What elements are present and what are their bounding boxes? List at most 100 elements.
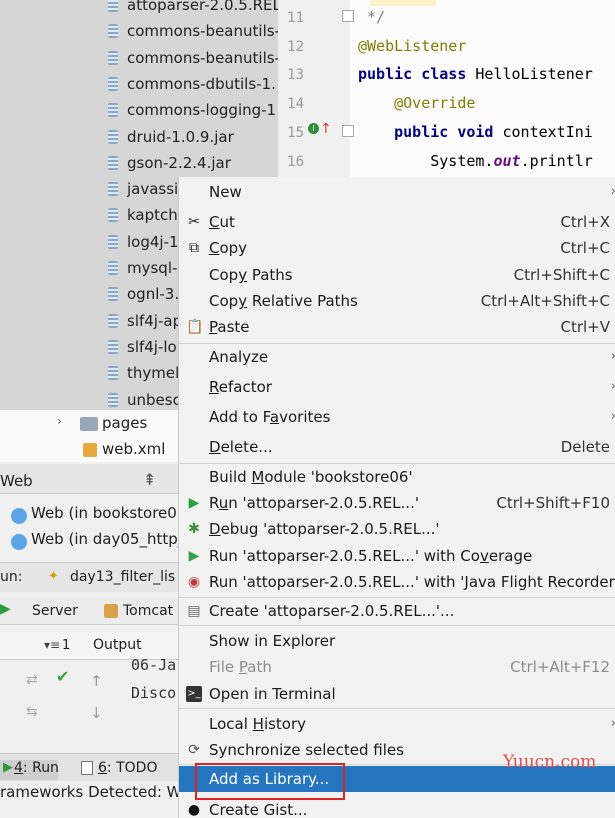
menu-label: Local History xyxy=(209,711,306,737)
tree-item-jar[interactable]: commons-beanutils- xyxy=(108,45,280,71)
label-text: ath xyxy=(247,658,272,676)
menu-item-cut[interactable]: ✂ Cut Ctrl+X xyxy=(179,209,615,235)
code-line: System.out.printlr xyxy=(358,152,593,170)
jar-label: mysql- xyxy=(127,259,178,277)
tree-item-jar[interactable]: log4j-1 xyxy=(108,229,179,255)
tree-item-jar[interactable]: commons-logging-1 xyxy=(108,97,276,123)
menu-item-new[interactable]: New › xyxy=(179,179,615,205)
tree-item-web-xml[interactable]: web.xml xyxy=(102,440,165,458)
mnemonic: u xyxy=(218,494,229,512)
submenu-arrow-icon: › xyxy=(611,404,615,430)
collapse-all-icon[interactable]: ⇞ xyxy=(143,470,156,489)
mnemonic: P xyxy=(238,658,248,676)
label-text: Cop xyxy=(209,292,239,310)
tree-item-jar[interactable]: commons-beanutils- xyxy=(108,18,280,44)
menu-item-create-config[interactable]: ▤ Create 'attoparser-2.0.5.REL...'... xyxy=(179,598,615,624)
override-marker-icon[interactable]: ↑ xyxy=(320,121,332,137)
line-number: 15 xyxy=(287,125,304,141)
down-arrow-icon[interactable]: ↓ xyxy=(90,704,103,722)
tab-server[interactable]: Server xyxy=(32,603,78,619)
menu-item-run-with-jfr[interactable]: ◉ Run 'attoparser-2.0.5.REL...' with 'Jav… xyxy=(179,569,615,595)
fold-icon[interactable] xyxy=(342,10,354,22)
tab-todo[interactable]: 6: TODO xyxy=(98,760,157,776)
menu-item-file-path[interactable]: File Path Ctrl+Alt+F12 xyxy=(179,654,615,680)
menu-label: New xyxy=(209,183,242,201)
jar-label: commons-beanutils- xyxy=(127,48,280,67)
line-number: 16 xyxy=(287,154,304,170)
mnemonic: D xyxy=(209,438,221,456)
menu-item-local-history[interactable]: Local History › xyxy=(179,711,615,737)
menu-item-copy[interactable]: ⧉ Copy Ctrl+C xyxy=(179,235,615,261)
tree-item-jar[interactable]: javassis xyxy=(108,176,186,202)
menu-item-copy-relative-paths[interactable]: Copy Relative Paths Ctrl+Alt+Shift+C xyxy=(179,288,615,314)
tree-item-jar[interactable]: attoparser-2.0.5.REL xyxy=(108,0,281,18)
check-icon: ✔ xyxy=(56,667,70,686)
menu-item-analyze[interactable]: Analyze › xyxy=(179,344,615,370)
profiler-icon: ◉ xyxy=(187,574,201,590)
tree-item-jar[interactable]: ognl-3. xyxy=(108,281,179,307)
tree-item-jar[interactable]: slf4j-lo xyxy=(108,334,177,360)
debug-bug-icon: ✱ xyxy=(188,521,200,537)
up-arrow-icon[interactable]: ↑ xyxy=(90,672,103,690)
tree-item-jar[interactable]: commons-dbutils-1. xyxy=(108,71,276,97)
watermark: Yuucn.com xyxy=(503,752,597,772)
mnemonic: v xyxy=(479,547,489,565)
menu-item-open-in-terminal[interactable]: >_ Open in Terminal xyxy=(179,681,615,707)
tree-item-jar[interactable]: unbesc xyxy=(108,387,181,413)
fold-icon[interactable] xyxy=(342,125,354,137)
rerun-icon[interactable]: ⇄ xyxy=(26,672,38,688)
facet-item[interactable]: Web (in bookstore0 xyxy=(31,504,177,522)
tree-item-pages[interactable]: pages xyxy=(102,414,147,432)
tree-item-jar[interactable]: druid-1.0.9.jar xyxy=(108,124,234,150)
menu-item-show-in-explorer[interactable]: Show in Explorer xyxy=(179,628,615,654)
run-play-icon[interactable]: ▶ xyxy=(0,601,11,617)
code-line: */ xyxy=(358,8,386,26)
code-line: public void contextIni xyxy=(358,123,593,141)
jar-label: commons-beanutils- xyxy=(127,22,280,41)
jar-icon xyxy=(108,313,118,328)
status-bar-text[interactable]: rameworks Detected: We xyxy=(0,783,190,801)
menu-item-delete[interactable]: Delete... Delete xyxy=(179,434,615,460)
label-text: R xyxy=(209,494,219,512)
mnemonic: D xyxy=(209,520,221,538)
jar-label: unbesc xyxy=(127,390,181,409)
menu-item-create-gist[interactable]: ● Create Gist... xyxy=(179,797,615,818)
jar-icon xyxy=(108,155,118,170)
menu-item-paste[interactable]: 📋 Paste Ctrl+V xyxy=(179,314,615,340)
tree-item-jar[interactable]: gson-2.2.4.jar xyxy=(108,150,231,176)
implements-marker-icon[interactable]: I xyxy=(308,123,319,134)
code-line: @WebListener xyxy=(358,37,467,55)
tab-run[interactable]: 4: Run xyxy=(14,760,59,776)
menu-item-run-with-coverage[interactable]: ▶ Run 'attoparser-2.0.5.REL...' with Cove… xyxy=(179,543,615,569)
tab-run-config[interactable]: day13_filter_lis xyxy=(70,569,175,585)
tab-tomcat[interactable]: Tomcat L xyxy=(123,603,185,619)
code-keyword: public class xyxy=(358,65,476,83)
jar-icon xyxy=(108,366,118,381)
label-text: Run 'attoparser-2.0.5.REL...' with Co xyxy=(209,547,480,565)
menu-label: Paste xyxy=(209,314,250,340)
web-facet-icon xyxy=(11,534,27,550)
tree-item-jar[interactable]: slf4j-ap xyxy=(108,308,182,334)
menu-item-copy-paths[interactable]: Copy Paths Ctrl+Shift+C xyxy=(179,262,615,288)
run-label: un: xyxy=(0,569,23,585)
stop-icon[interactable]: ⇆ xyxy=(26,704,38,720)
expand-arrow-icon[interactable]: › xyxy=(57,414,62,428)
tree-item-jar[interactable]: kaptch xyxy=(108,202,178,228)
label-text: odule 'bookstore06' xyxy=(264,468,413,486)
editor-gutter xyxy=(278,0,350,178)
sort-icon[interactable]: ▾≡ xyxy=(44,638,60,652)
tab-output[interactable]: Output xyxy=(93,637,142,653)
menu-item-refactor[interactable]: Refactor › xyxy=(179,374,615,400)
submenu-arrow-icon: › xyxy=(611,374,615,400)
line-number: 14 xyxy=(287,96,304,112)
facet-item[interactable]: Web (in day05_http_ xyxy=(31,530,185,548)
jar-label: commons-logging-1 xyxy=(127,101,277,120)
menu-item-add-to-favorites[interactable]: Add to Favorites › xyxy=(179,404,615,430)
menu-item-build-module[interactable]: Build Module 'bookstore06' xyxy=(179,464,615,490)
tree-item-jar[interactable]: thymel xyxy=(108,360,179,386)
tree-item-jar[interactable]: mysql- xyxy=(108,255,177,281)
menu-label: Open in Terminal xyxy=(209,685,336,703)
menu-label: Create 'attoparser-2.0.5.REL...'... xyxy=(209,602,455,620)
menu-item-debug[interactable]: ✱ Debug 'attoparser-2.0.5.REL...' xyxy=(179,516,615,542)
menu-item-run[interactable]: ▶ Run 'attoparser-2.0.5.REL...' Ctrl+Shift… xyxy=(179,490,615,516)
